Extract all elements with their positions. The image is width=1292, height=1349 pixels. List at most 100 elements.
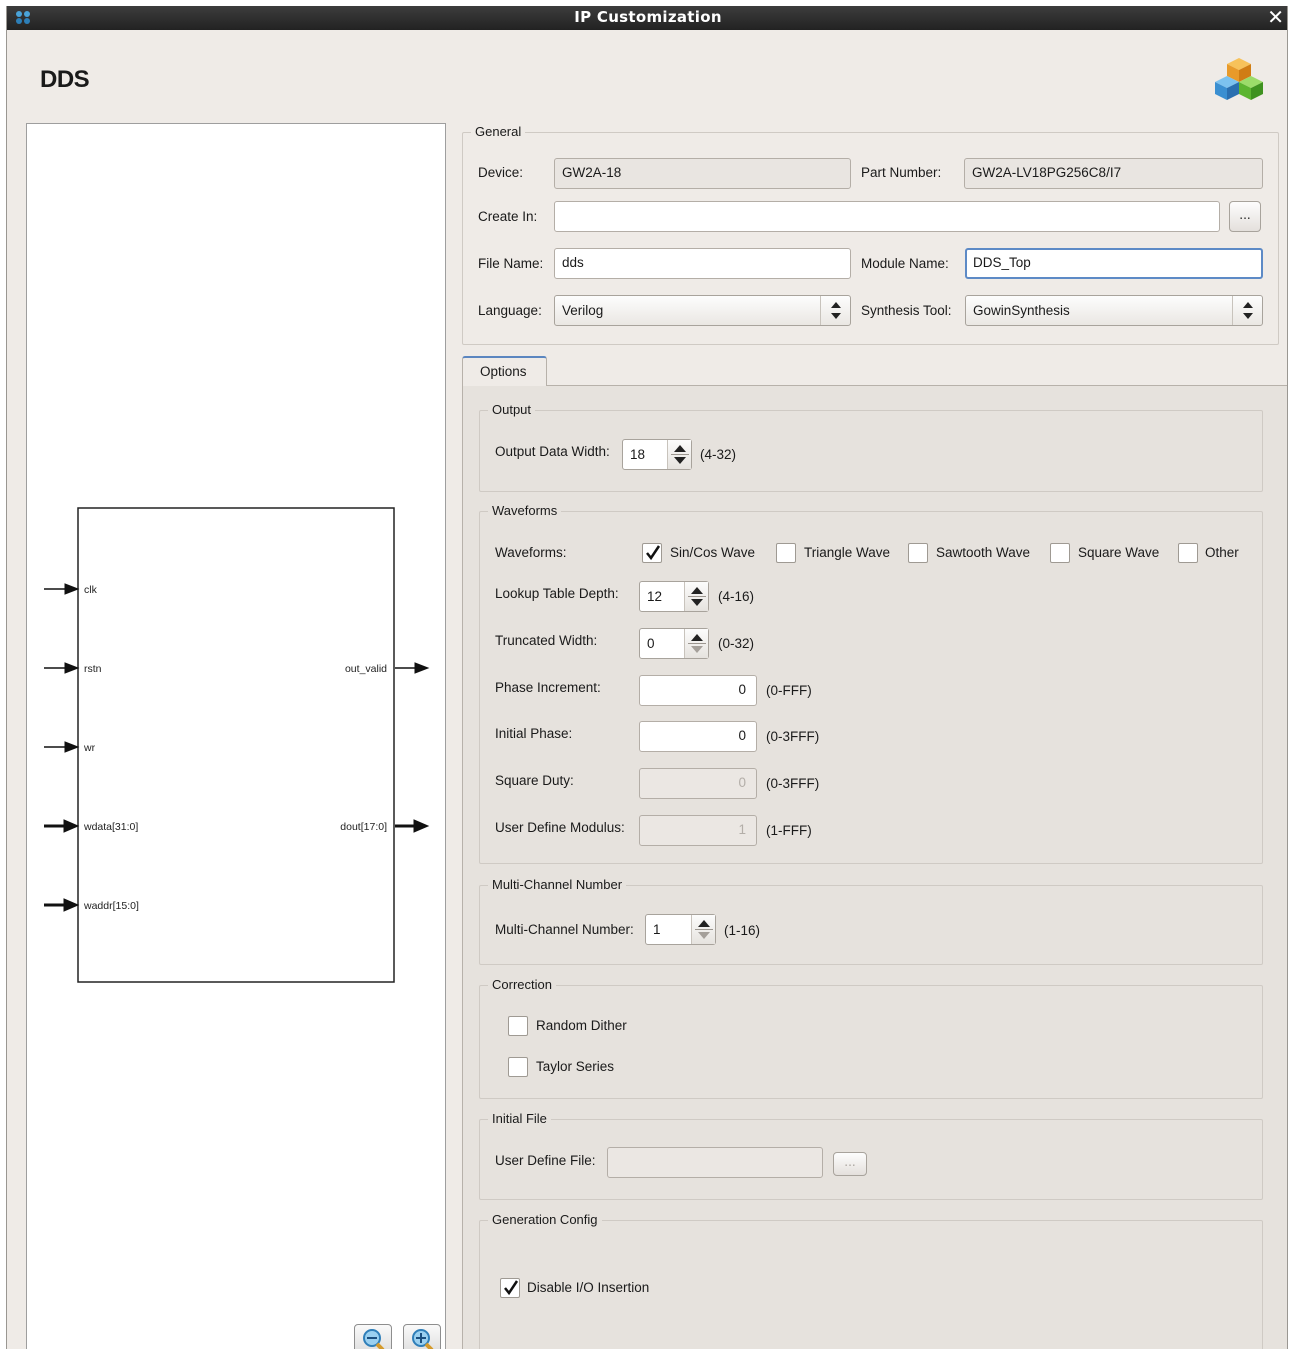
triangle-wave-label: Triangle Wave	[804, 545, 891, 560]
checkmark-icon	[504, 1280, 519, 1296]
disable-io-insertion-label: Disable I/O Insertion	[527, 1280, 650, 1295]
taylor-series-label: Taylor Series	[536, 1059, 615, 1074]
create-in-label: Create In:	[478, 209, 538, 224]
title-bar[interactable]: IP Customization ✕	[7, 6, 1287, 30]
multichannel-spinbox[interactable]: 1	[645, 914, 716, 945]
user-modulus-range: (1-FFF)	[766, 823, 812, 838]
square-duty-label: Square Duty:	[495, 773, 574, 788]
user-define-file-browse-button[interactable]: ...	[833, 1152, 867, 1176]
waveforms-label: Waveforms:	[495, 545, 567, 560]
output-data-width-range: (4-32)	[700, 447, 737, 462]
sawtooth-wave-label: Sawtooth Wave	[936, 545, 1031, 560]
truncated-width-label: Truncated Width:	[495, 633, 598, 648]
create-in-field[interactable]	[554, 201, 1220, 232]
close-icon[interactable]: ✕	[1267, 6, 1284, 28]
port-label: waddr[15:0]	[83, 900, 139, 912]
zoom-out-button[interactable]	[354, 1324, 392, 1349]
chevron-updown-icon	[1232, 296, 1262, 325]
multichannel-legend: Multi-Channel Number	[488, 877, 627, 892]
output-data-width-label: Output Data Width:	[495, 444, 610, 459]
port-label: rstn	[84, 663, 102, 675]
phase-increment-label: Phase Increment:	[495, 680, 601, 695]
tab-options[interactable]: Options	[462, 356, 547, 386]
synthesis-tool-label: Synthesis Tool:	[861, 303, 952, 318]
language-select-value: Verilog	[562, 303, 604, 318]
phase-increment-range: (0-FFF)	[766, 683, 812, 698]
device-label: Device:	[478, 165, 524, 180]
zoom-in-icon	[412, 1329, 434, 1349]
schematic-diagram: clk rstn wr wdata[31:0] waddr[15:0] out_…	[44, 507, 430, 983]
create-in-browse-button[interactable]: ...	[1229, 201, 1261, 232]
schematic-preview[interactable]: clk rstn wr wdata[31:0] waddr[15:0] out_…	[26, 123, 446, 1349]
spin-arrows-icon[interactable]	[691, 915, 715, 944]
part-number-label: Part Number:	[861, 165, 942, 180]
port-label: dout[17:0]	[340, 821, 387, 833]
window-title: IP Customization	[574, 8, 722, 26]
module-name-field[interactable]: DDS_Top	[965, 248, 1263, 279]
file-name-label: File Name:	[478, 256, 544, 271]
spinbox-value: 12	[647, 589, 663, 604]
initial-file-group: Initial File	[479, 1111, 1263, 1200]
random-dither-checkbox[interactable]	[508, 1016, 528, 1036]
user-modulus-field: 1	[639, 815, 757, 846]
other-wave-label: Other	[1205, 545, 1239, 560]
initial-phase-range: (0-3FFF)	[766, 729, 820, 744]
sin-cos-wave-label: Sin/Cos Wave	[670, 545, 756, 560]
part-number-field: GW2A-LV18PG256C8/I7	[964, 158, 1263, 189]
device-field: GW2A-18	[554, 158, 851, 189]
language-select[interactable]: Verilog	[554, 295, 851, 326]
correction-legend: Correction	[488, 977, 556, 992]
port-label: wr	[83, 742, 96, 754]
multichannel-label: Multi-Channel Number:	[495, 922, 634, 937]
synthesis-tool-select-value: GowinSynthesis	[973, 303, 1070, 318]
synthesis-tool-select[interactable]: GowinSynthesis	[965, 295, 1263, 326]
square-duty-field: 0	[639, 768, 757, 799]
ip-customization-window: IP Customization ✕ DDS clk rstn wr wdata…	[6, 6, 1288, 1349]
lookup-depth-spinbox[interactable]: 12	[639, 581, 709, 612]
initial-phase-field[interactable]: 0	[639, 721, 757, 752]
spinbox-value: 1	[653, 922, 661, 937]
user-define-file-label: User Define File:	[495, 1153, 596, 1168]
phase-increment-field[interactable]: 0	[639, 675, 757, 706]
output-legend: Output	[488, 402, 536, 417]
truncated-width-spinbox[interactable]: 0	[639, 628, 709, 659]
square-duty-range: (0-3FFF)	[766, 776, 820, 791]
chevron-updown-icon	[820, 296, 850, 325]
square-wave-label: Square Wave	[1078, 545, 1160, 560]
user-define-file-field	[607, 1147, 823, 1178]
sawtooth-wave-checkbox[interactable]	[908, 543, 928, 563]
port-label: out_valid	[345, 663, 387, 675]
taylor-series-checkbox[interactable]	[508, 1057, 528, 1077]
spin-arrows-icon[interactable]	[667, 440, 691, 469]
correction-group: Correction	[479, 977, 1263, 1099]
port-label: wdata[31:0]	[83, 821, 138, 833]
spinbox-value: 0	[647, 636, 655, 651]
user-modulus-label: User Define Modulus:	[495, 820, 625, 835]
sin-cos-wave-checkbox[interactable]	[642, 543, 662, 563]
ip-cubes-icon	[1215, 58, 1263, 100]
initial-phase-label: Initial Phase:	[495, 726, 573, 741]
random-dither-label: Random Dither	[536, 1018, 627, 1033]
general-legend: General	[471, 124, 526, 139]
triangle-wave-checkbox[interactable]	[776, 543, 796, 563]
spin-arrows-icon[interactable]	[684, 582, 708, 611]
lookup-depth-range: (4-16)	[718, 589, 755, 604]
port-label: clk	[84, 584, 98, 596]
disable-io-insertion-checkbox[interactable]	[500, 1278, 520, 1298]
truncated-width-range: (0-32)	[718, 636, 755, 651]
square-wave-checkbox[interactable]	[1050, 543, 1070, 563]
file-name-field[interactable]: dds	[554, 248, 851, 279]
lookup-depth-label: Lookup Table Depth:	[495, 586, 619, 601]
page-title: DDS	[40, 66, 90, 93]
zoom-out-icon	[363, 1329, 385, 1349]
spin-arrows-icon[interactable]	[684, 629, 708, 658]
module-name-label: Module Name:	[861, 256, 949, 271]
other-wave-checkbox[interactable]	[1178, 543, 1198, 563]
language-label: Language:	[478, 303, 542, 318]
spinbox-value: 18	[630, 447, 646, 462]
output-data-width-spinbox[interactable]: 18	[622, 439, 692, 470]
generation-config-legend: Generation Config	[488, 1212, 602, 1227]
initial-file-legend: Initial File	[488, 1111, 551, 1126]
zoom-in-button[interactable]	[403, 1324, 441, 1349]
waveforms-legend: Waveforms	[488, 503, 562, 518]
